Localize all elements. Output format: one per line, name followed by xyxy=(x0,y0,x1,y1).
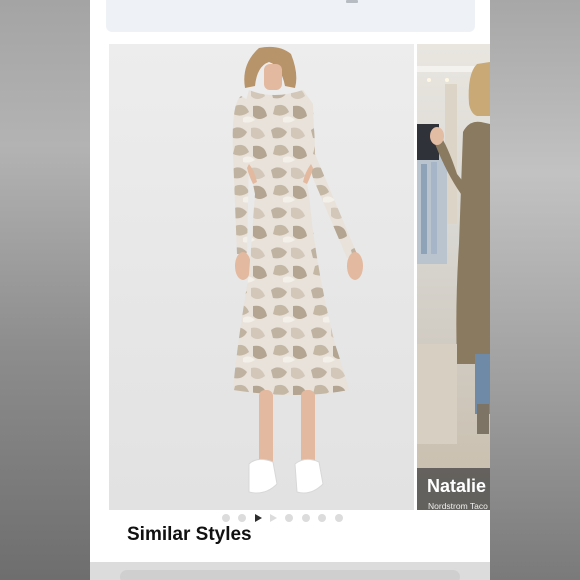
carousel-video-indicator-active[interactable] xyxy=(255,514,262,522)
carousel-dot-8[interactable] xyxy=(335,514,343,522)
stylist-store: Nordstrom Taco xyxy=(428,501,488,510)
product-photo[interactable] xyxy=(109,44,414,510)
store-interior-illustration xyxy=(417,62,490,444)
blurred-background-left xyxy=(0,0,90,580)
top-card-text-fragment xyxy=(346,0,358,3)
similar-styles-heading: Similar Styles xyxy=(127,524,252,545)
bottom-search-pill[interactable] xyxy=(120,570,460,580)
carousel-dot-6[interactable] xyxy=(302,514,310,522)
bottom-bar xyxy=(90,562,490,580)
carousel-dot-1[interactable] xyxy=(222,514,230,522)
blurred-background-right xyxy=(490,0,580,580)
model-in-dress-illustration xyxy=(232,46,363,494)
carousel-indicator xyxy=(222,514,352,524)
top-info-card xyxy=(106,0,475,32)
carousel-dot-2[interactable] xyxy=(238,514,246,522)
carousel-dot-5[interactable] xyxy=(285,514,293,522)
carousel-dot-7[interactable] xyxy=(318,514,326,522)
carousel-video-indicator[interactable] xyxy=(270,514,277,522)
stylist-name: Natalie xyxy=(427,476,487,496)
stylist-video-card[interactable]: Natalie Nordstrom Taco xyxy=(417,44,490,510)
screenshot-frame: Natalie Nordstrom Taco Similar Styles xyxy=(90,0,490,580)
